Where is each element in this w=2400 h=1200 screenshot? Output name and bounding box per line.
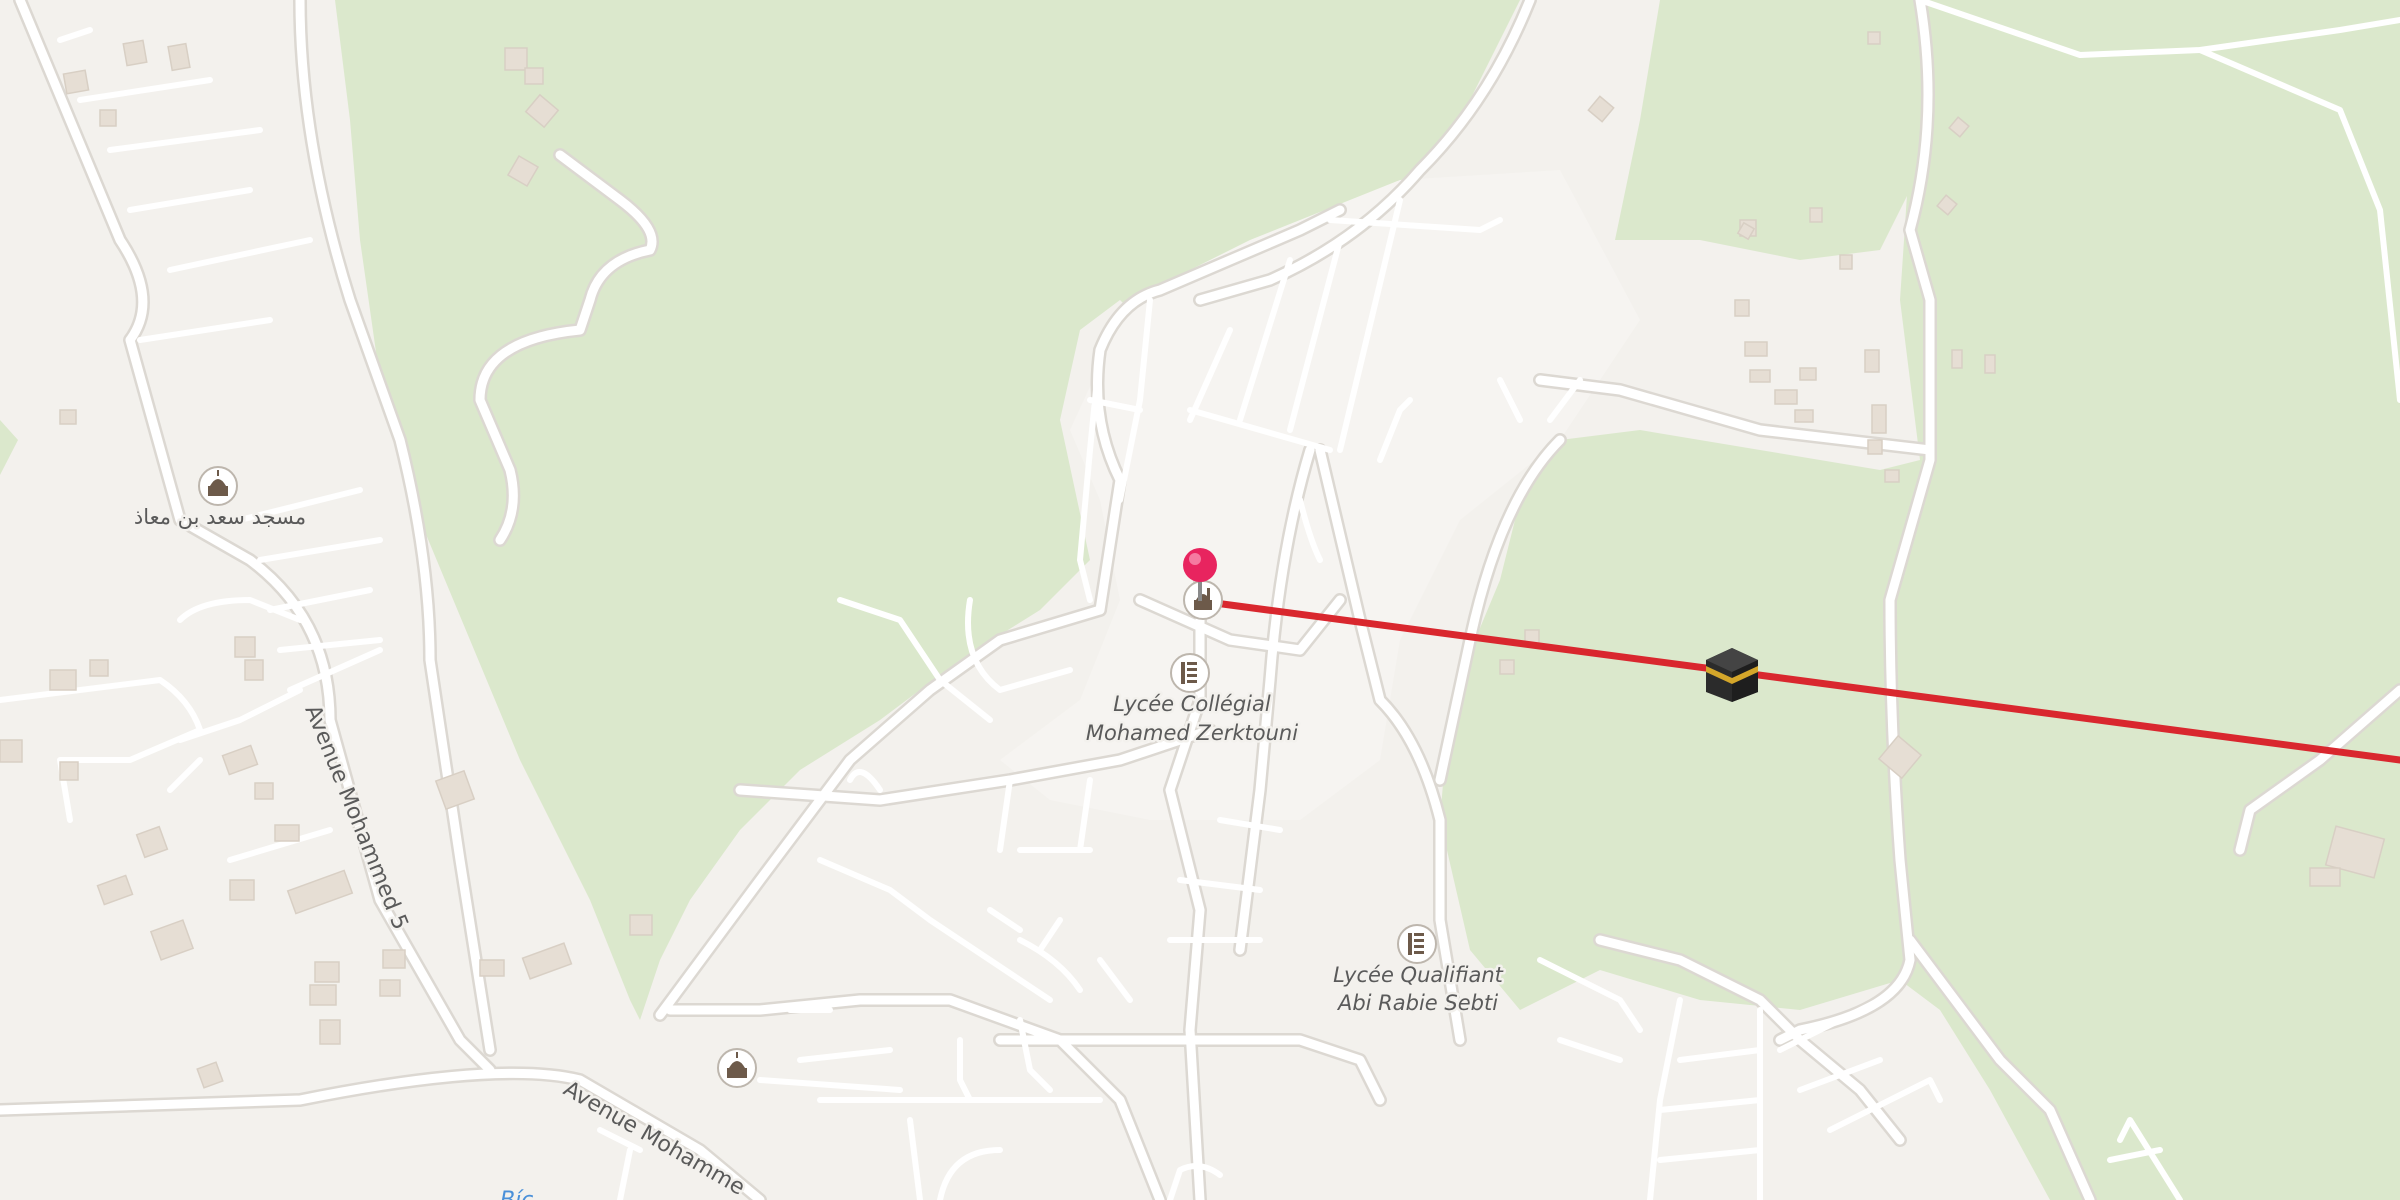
school-poi-zerktouni[interactable] [1170,653,1210,693]
label-school-1-line2: Mohamed Zerktouni [1086,721,1298,745]
label-school-2-line2: Abi Rabie Sebti [1336,991,1498,1015]
label-mosque-name: مسجد سعد بن معاذ [134,505,306,529]
mosque-poi-south[interactable] [717,1048,757,1088]
mosque-poi-northwest[interactable] [198,466,238,506]
label-partial-blue: Bíc [500,1188,533,1200]
map-canvas[interactable]: Lycée Collégial Mohamed Zerktouni Lycée … [0,0,2400,1200]
label-school-1-line1: Lycée Collégial [1113,692,1271,716]
school-poi-sebti[interactable] [1397,924,1437,964]
label-school-2-line1: Lycée Qualifiant [1333,963,1504,987]
mosque-poi-center[interactable] [1183,580,1223,620]
